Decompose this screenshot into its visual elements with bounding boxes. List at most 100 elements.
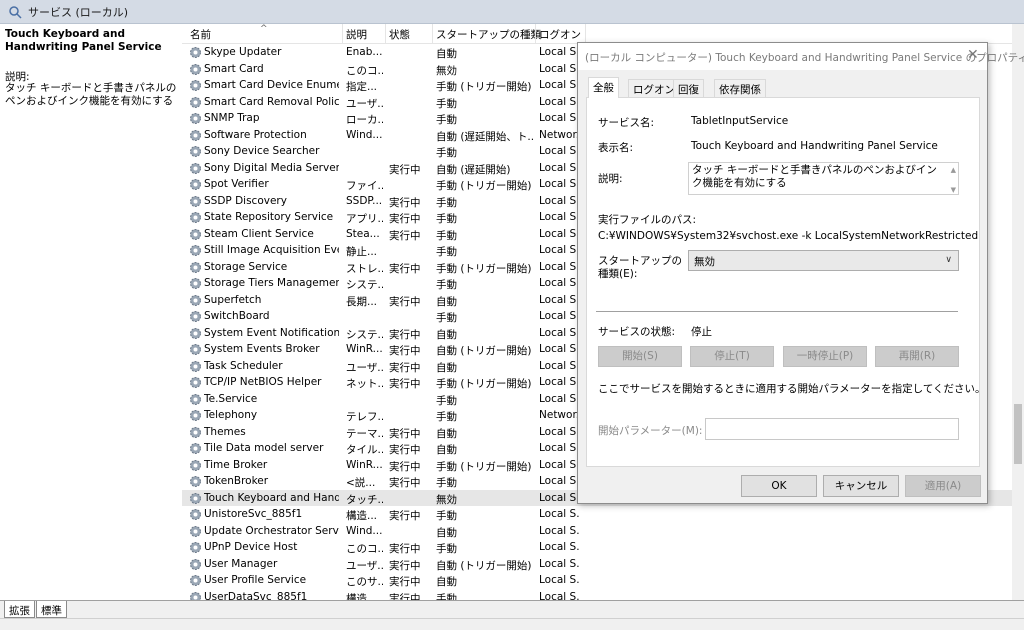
service-gear-icon bbox=[190, 377, 201, 388]
resume-button[interactable]: 再開(R) bbox=[875, 346, 959, 367]
column-header-name[interactable]: 名前 bbox=[190, 27, 211, 42]
column-header-description[interactable]: 説明 bbox=[346, 27, 367, 42]
description-textbox-text: タッチ キーボードと手書きパネルのペンおよびインク機能を有効にする bbox=[692, 164, 937, 189]
service-name-cell: Still Image Acquisition Events bbox=[204, 244, 339, 256]
service-logon-cell: Local S... bbox=[539, 178, 579, 190]
service-description-cell: Stea... bbox=[346, 227, 380, 240]
service-startup-cell: 自動 (遅延開始、ト... bbox=[436, 130, 533, 143]
service-description-cell: Wind... bbox=[346, 524, 383, 537]
service-gear-icon bbox=[190, 212, 201, 223]
scroll-down-icon[interactable]: ▼ bbox=[951, 184, 956, 197]
service-name-cell: Touch Keyboard and Hand... bbox=[204, 491, 339, 504]
description-textbox[interactable]: タッチ キーボードと手書きパネルのペンおよびインク機能を有効にする ▲ ▼ bbox=[688, 162, 959, 195]
service-description-cell: ローカ... bbox=[346, 114, 383, 126]
service-description-cell: ストレ... bbox=[346, 262, 383, 275]
service-description-cell: 指定... bbox=[346, 81, 378, 93]
service-startup-cell: 自動 (トリガー開始) bbox=[436, 559, 532, 572]
column-divider[interactable] bbox=[585, 24, 586, 44]
service-logon-cell: Local S... bbox=[539, 277, 579, 289]
service-startup-cell: 手動 bbox=[436, 196, 457, 209]
service-name-cell: Telephony bbox=[204, 409, 258, 421]
service-startup-cell: 自動 bbox=[436, 328, 457, 341]
service-description-cell: ネット... bbox=[346, 378, 383, 390]
column-divider[interactable] bbox=[535, 24, 536, 44]
service-gear-icon bbox=[190, 410, 201, 421]
tab-general[interactable]: 全般 bbox=[588, 77, 619, 98]
column-divider[interactable] bbox=[385, 24, 386, 44]
dialog-tabs: 全般 ログオン 回復 依存関係 bbox=[586, 77, 980, 98]
column-divider[interactable] bbox=[432, 24, 433, 44]
service-description-cell: このサ... bbox=[346, 576, 383, 588]
service-logon-cell: Local S... bbox=[539, 112, 579, 124]
service-gear-icon bbox=[190, 542, 201, 553]
service-startup-cell: 手動 bbox=[436, 543, 457, 555]
service-row[interactable]: Update Orchestrator Service Wind... 自動 Loca… bbox=[182, 523, 1012, 540]
service-logon-cell: Local S... bbox=[539, 95, 579, 108]
ok-button[interactable]: OK bbox=[741, 475, 817, 497]
service-row[interactable]: UPnP Device Host このコ... 実行中 手動 Local S... bbox=[182, 539, 1012, 556]
column-header-startup-type[interactable]: スタートアップの種類 bbox=[436, 27, 541, 42]
tab-standard[interactable]: 標準 bbox=[36, 601, 67, 618]
tab-dependencies[interactable]: 依存関係 bbox=[714, 79, 766, 97]
service-row[interactable]: User Profile Service このサ... 実行中 自動 Local S..… bbox=[182, 572, 1012, 589]
service-name-label: サービス名: bbox=[598, 117, 655, 129]
start-params-input[interactable] bbox=[705, 418, 959, 440]
display-name-label: 表示名: bbox=[598, 142, 634, 154]
selected-service-title: Touch Keyboard and Handwriting Panel Ser… bbox=[5, 28, 162, 53]
pause-button[interactable]: 一時停止(P) bbox=[783, 346, 867, 367]
service-logon-cell: Local S... bbox=[539, 557, 579, 570]
service-gear-icon bbox=[190, 129, 201, 141]
service-name-cell: Time Broker bbox=[204, 458, 268, 471]
apply-button[interactable]: 適用(A) bbox=[905, 475, 981, 497]
startup-type-dropdown[interactable]: 無効 ∨ bbox=[688, 250, 959, 271]
service-startup-cell: 無効 bbox=[436, 493, 457, 506]
service-gear-icon bbox=[190, 261, 201, 273]
service-description-cell: タッチ... bbox=[346, 493, 383, 506]
service-logon-cell: Local S... bbox=[539, 227, 579, 240]
column-header-status[interactable]: 状態 bbox=[389, 27, 410, 42]
divider bbox=[596, 311, 958, 312]
service-name-cell: SwitchBoard bbox=[204, 310, 270, 322]
cancel-button[interactable]: キャンセル bbox=[823, 475, 899, 497]
service-name-cell: SSDP Discovery bbox=[204, 194, 287, 207]
service-name-cell: User Manager bbox=[204, 557, 278, 570]
service-row[interactable]: User Manager ユーザ... 実行中 自動 (トリガー開始) Local S.… bbox=[182, 556, 1012, 573]
service-description-cell: ユーザ... bbox=[346, 97, 383, 110]
service-gear-icon bbox=[190, 591, 201, 600]
service-row[interactable]: UserDataSvc_885f1 構造... 実行中 手動 Local S... bbox=[182, 589, 1012, 600]
service-gear-icon bbox=[190, 311, 201, 322]
service-status-value: 停止 bbox=[691, 326, 712, 338]
service-gear-icon bbox=[190, 113, 201, 124]
service-status-cell: 実行中 bbox=[389, 361, 421, 374]
service-name-cell: Smart Card Removal Policy bbox=[204, 95, 339, 108]
service-logon-cell: Local S... bbox=[539, 376, 579, 388]
vertical-scrollbar[interactable] bbox=[1012, 24, 1024, 600]
status-bar bbox=[0, 618, 1024, 630]
service-startup-cell: 自動 (トリガー開始) bbox=[436, 345, 532, 357]
close-icon[interactable]: ✕ bbox=[967, 47, 979, 63]
service-gear-icon bbox=[190, 80, 201, 91]
window-header: サービス (ローカル) bbox=[0, 0, 1024, 24]
service-logon-cell: Local S... bbox=[539, 46, 579, 58]
service-status-cell: 実行中 bbox=[389, 576, 421, 588]
service-status-cell: 実行中 bbox=[389, 460, 421, 473]
service-logon-cell: Local S... bbox=[539, 524, 579, 537]
scroll-up-icon[interactable]: ▲ bbox=[951, 164, 956, 177]
service-status-cell: 実行中 bbox=[389, 427, 421, 440]
stop-button[interactable]: 停止(T) bbox=[690, 346, 774, 367]
service-properties-dialog: (ローカル コンピューター) Touch Keyboard and Handwr… bbox=[577, 42, 1024, 504]
service-logon-cell: Local S... bbox=[539, 62, 579, 75]
service-row[interactable]: UnistoreSvc_885f1 構造... 実行中 手動 Local S... bbox=[182, 506, 1012, 523]
service-startup-cell: 自動 bbox=[436, 444, 457, 456]
window-title: サービス (ローカル) bbox=[28, 5, 129, 19]
scrollbar-thumb[interactable] bbox=[1014, 404, 1022, 464]
column-header-logon[interactable]: ログオン bbox=[539, 27, 581, 42]
service-status-cell: 実行中 bbox=[389, 196, 421, 209]
column-divider[interactable] bbox=[342, 24, 343, 44]
tab-recovery[interactable]: 回復 bbox=[673, 79, 704, 97]
service-startup-cell: 自動 bbox=[436, 361, 457, 374]
tab-extended[interactable]: 拡張 bbox=[4, 601, 35, 618]
service-startup-cell: 手動 bbox=[436, 147, 457, 159]
service-startup-cell: 手動 (トリガー開始) bbox=[436, 81, 532, 93]
start-button[interactable]: 開始(S) bbox=[598, 346, 682, 367]
